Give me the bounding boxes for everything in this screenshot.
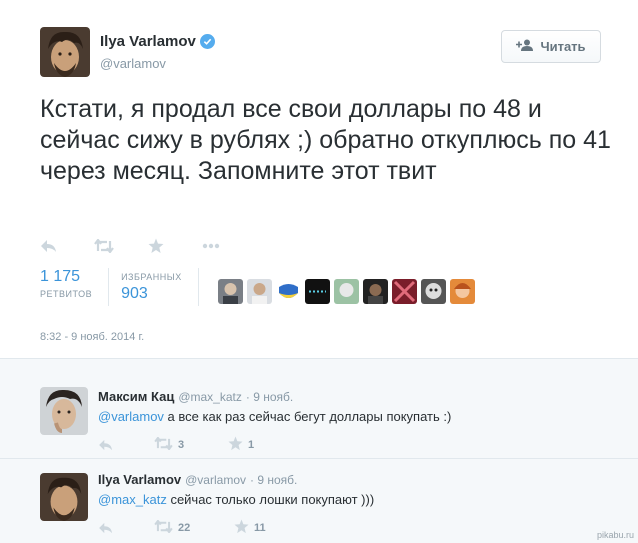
retweets-stat[interactable]: 1 175 РЕТВИТОВ (40, 268, 108, 299)
reply-actions: 3 1 (98, 436, 254, 454)
favorites-label: ИЗБРАННЫХ (121, 272, 182, 282)
favorite-icon[interactable] (148, 238, 202, 254)
retweet-action[interactable]: 3 (154, 436, 228, 453)
favoriter-avatar[interactable] (450, 279, 475, 304)
reply-body: а все как раз сейчас бегут доллары покуп… (163, 409, 452, 424)
favorite-icon (228, 436, 243, 454)
more-icon[interactable] (202, 243, 220, 249)
favorite-count: 1 (248, 439, 255, 451)
follow-button[interactable]: Читать (501, 30, 601, 63)
reply-body: сейчас только лошки покупают ))) (166, 492, 375, 507)
follow-icon (516, 39, 534, 54)
reply-header: Максим Кац @max_katz · 9 нояб. (98, 389, 293, 404)
favoriter-avatar[interactable] (363, 279, 388, 304)
reply-mention[interactable]: @varlamov (98, 409, 164, 424)
reply-author-name[interactable]: Максим Кац (98, 389, 174, 404)
favorite-action[interactable]: 11 (234, 519, 266, 537)
retweet-count: 3 (178, 439, 185, 451)
stat-divider (197, 268, 199, 306)
author-name[interactable]: Ilya Varlamov (100, 33, 215, 50)
reply-avatar[interactable] (40, 387, 88, 435)
reply-header: Ilya Varlamov @varlamov · 9 нояб. (98, 472, 297, 487)
favoriter-avatar[interactable] (392, 279, 417, 304)
reply-icon[interactable] (98, 522, 154, 534)
retweet-icon (154, 519, 173, 536)
reply-text: @varlamov а все как раз сейчас бегут дол… (98, 409, 451, 424)
tweet-text: Кстати, я продал все свои доллары по 48 … (40, 95, 611, 185)
retweets-label: РЕТВИТОВ (40, 289, 93, 299)
follow-label: Читать (540, 39, 586, 54)
stat-divider (108, 268, 110, 306)
watermark: pikabu.ru (596, 530, 634, 540)
favorite-count: 11 (254, 522, 266, 534)
reply-text: @max_katz сейчас только лошки покупают )… (98, 492, 374, 507)
favoriter-avatar[interactable] (276, 279, 301, 304)
retweets-count[interactable]: 1 175 (40, 268, 92, 286)
retweet-icon[interactable] (94, 239, 148, 253)
tweet-timestamp[interactable]: 8:32 - 9 нояб. 2014 г. (40, 331, 144, 343)
retweet-action[interactable]: 22 (154, 519, 234, 536)
favoriter-avatar[interactable] (305, 279, 330, 304)
reply-tweet[interactable]: Максим Кац @max_katz · 9 нояб. @varlamov… (0, 358, 638, 458)
reply-icon[interactable] (98, 439, 154, 451)
favoriter-avatar[interactable] (218, 279, 243, 304)
favorites-stat[interactable]: ИЗБРАННЫХ 903 (121, 268, 198, 303)
retweet-icon (154, 436, 173, 453)
tweet-actions (40, 236, 220, 256)
favoriters-avatars (218, 279, 475, 304)
reply-avatar[interactable] (40, 473, 88, 521)
author-avatar[interactable] (40, 27, 90, 77)
reply-tweet[interactable]: Ilya Varlamov @varlamov · 9 нояб. @max_k… (0, 458, 638, 543)
tweet-stats: 1 175 РЕТВИТОВ ИЗБРАННЫХ 903 (40, 268, 211, 310)
retweet-count: 22 (178, 522, 191, 534)
author-name-text[interactable]: Ilya Varlamov (100, 33, 196, 50)
author-handle[interactable]: @varlamov (100, 56, 166, 71)
reply-actions: 22 11 (98, 519, 266, 537)
favorite-icon (234, 519, 249, 537)
favoriter-avatar[interactable] (334, 279, 359, 304)
verified-icon (199, 34, 215, 49)
favoriter-avatar[interactable] (247, 279, 272, 304)
favorite-action[interactable]: 1 (228, 436, 254, 454)
reply-icon[interactable] (40, 239, 94, 253)
reply-author-handle[interactable]: @max_katz (178, 390, 242, 404)
favorites-count[interactable]: 903 (121, 285, 182, 303)
reply-author-handle[interactable]: @varlamov (185, 473, 246, 487)
favoriter-avatar[interactable] (421, 279, 446, 304)
reply-mention[interactable]: @max_katz (98, 492, 167, 507)
reply-time[interactable]: · 9 нояб. (246, 390, 293, 404)
main-tweet: Ilya Varlamov @varlamov Читать Кстати, я… (0, 0, 638, 358)
reply-author-name[interactable]: Ilya Varlamov (98, 472, 181, 487)
reply-time[interactable]: · 9 нояб. (250, 473, 297, 487)
